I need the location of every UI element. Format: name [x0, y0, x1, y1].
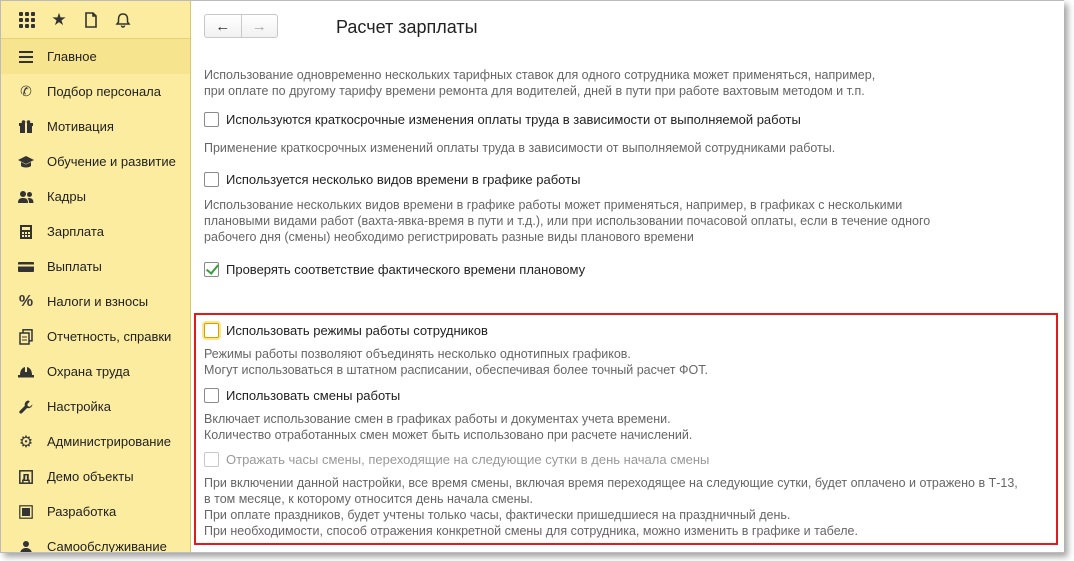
main-content: ← → Расчет зарплаты Использование одновр… — [192, 1, 1064, 552]
sidebar-item-main[interactable]: Главное — [1, 39, 190, 74]
shift-hours-next-day-description: При включении данной настройки, все врем… — [204, 476, 1018, 538]
short-term-pay-changes-label: Используются краткосрочные изменения опл… — [226, 112, 801, 127]
black-square-icon — [17, 503, 35, 521]
forward-button[interactable]: → — [240, 15, 278, 37]
sidebar-item-taxes[interactable]: % Налоги и взносы — [1, 284, 190, 319]
work-shifts-description: Включает использование смен в графиках р… — [204, 412, 693, 442]
page-title: Расчет зарплаты — [336, 17, 478, 37]
work-modes-checkbox[interactable] — [204, 323, 219, 338]
svg-text:Д: Д — [22, 473, 31, 484]
apps-grid-icon[interactable] — [11, 4, 43, 36]
sidebar-item-label: Налоги и взносы — [47, 294, 149, 309]
work-shifts-label: Использовать смены работы — [226, 388, 401, 403]
sidebar-item-label: Подбор персонала — [47, 84, 161, 99]
sidebar-item-self-service[interactable]: Самообслуживание — [1, 529, 190, 553]
documents-icon — [17, 328, 35, 346]
gift-icon — [17, 118, 35, 136]
shift-hours-next-day-option: Отражать часы смены, переходящие на след… — [204, 452, 709, 467]
sidebar-item-motivation[interactable]: Мотивация — [1, 109, 190, 144]
sidebar-item-label: Отчетность, справки — [47, 329, 172, 344]
sidebar-item-label: Обучение и развитие — [47, 154, 176, 169]
multiple-time-types-option[interactable]: Используется несколько видов времени в г… — [204, 172, 580, 187]
sidebar: ★ Главное ✆ Подбор персонала Мотивация О… — [1, 1, 191, 553]
sidebar-item-recruitment[interactable]: ✆ Подбор персонала — [1, 74, 190, 109]
short-term-pay-changes-option[interactable]: Используются краткосрочные изменения опл… — [204, 112, 801, 127]
sidebar-item-label: Разработка — [47, 504, 117, 519]
multiple-time-types-checkbox[interactable] — [204, 172, 219, 187]
demo-icon: Д — [17, 468, 35, 486]
navigation-buttons: ← → — [204, 14, 278, 38]
short-term-pay-changes-checkbox[interactable] — [204, 112, 219, 127]
sidebar-item-demo-objects[interactable]: Д Демо объекты — [1, 459, 190, 494]
sidebar-item-labor-safety[interactable]: Охрана труда — [1, 354, 190, 389]
sidebar-item-development[interactable]: Разработка — [1, 494, 190, 529]
sidebar-item-label: Администрирование — [47, 434, 171, 449]
gear-icon: ⚙ — [18, 433, 34, 451]
sidebar-item-label: Кадры — [47, 189, 86, 204]
calculator-icon — [17, 223, 35, 241]
graduation-cap-icon — [17, 153, 35, 171]
sidebar-item-personnel[interactable]: Кадры — [1, 179, 190, 214]
check-actual-time-label: Проверять соответствие фактического врем… — [226, 262, 586, 277]
history-icon[interactable] — [75, 4, 107, 36]
short-term-pay-changes-description: Применение краткосрочных изменений оплат… — [204, 141, 836, 155]
intro-text: Использование одновременно нескольких та… — [204, 68, 876, 98]
sidebar-item-label: Охрана труда — [47, 364, 130, 379]
sidebar-item-label: Выплаты — [47, 259, 102, 274]
sidebar-item-label: Мотивация — [47, 119, 114, 134]
helmet-icon — [17, 363, 35, 381]
person-icon — [17, 538, 35, 552]
bell-icon[interactable] — [107, 4, 139, 36]
sidebar-item-reports[interactable]: Отчетность, справки — [1, 319, 190, 354]
sidebar-item-settings[interactable]: Настройка — [1, 389, 190, 424]
multiple-time-types-label: Используется несколько видов времени в г… — [226, 172, 581, 187]
phone-icon: ✆ — [20, 83, 32, 99]
sidebar-item-payments[interactable]: Выплаты — [1, 249, 190, 284]
star-icon[interactable]: ★ — [43, 4, 75, 36]
wrench-icon — [17, 398, 35, 416]
hamburger-menu-icon — [17, 48, 35, 66]
back-button[interactable]: ← — [205, 15, 241, 37]
wallet-icon — [17, 258, 35, 276]
shift-hours-next-day-label: Отражать часы смены, переходящие на след… — [226, 452, 710, 467]
work-modes-description: Режимы работы позволяют объединять неско… — [204, 347, 708, 377]
sidebar-item-label: Настройка — [47, 399, 111, 414]
work-shifts-checkbox[interactable] — [204, 388, 219, 403]
work-modes-option[interactable]: Использовать режимы работы сотрудников — [204, 323, 488, 338]
sidebar-item-training[interactable]: Обучение и развитие — [1, 144, 190, 179]
work-modes-label: Использовать режимы работы сотрудников — [226, 323, 488, 338]
percent-icon: % — [18, 292, 34, 310]
sidebar-item-label: Самообслуживание — [47, 539, 167, 553]
multiple-time-types-description: Использование нескольких видов времени в… — [204, 198, 931, 244]
sidebar-item-label: Главное — [47, 49, 97, 64]
sidebar-item-administration[interactable]: ⚙ Администрирование — [1, 424, 190, 459]
check-actual-time-option[interactable]: Проверять соответствие фактического врем… — [204, 262, 585, 277]
sidebar-toolbar: ★ — [1, 1, 190, 39]
shift-hours-next-day-checkbox — [204, 452, 219, 467]
sidebar-item-label: Демо объекты — [47, 469, 134, 484]
application-window: ★ Главное ✆ Подбор персонала Мотивация О… — [0, 0, 1064, 553]
check-actual-time-checkbox[interactable] — [204, 262, 219, 277]
sidebar-item-salary[interactable]: Зарплата — [1, 214, 190, 249]
people-icon — [17, 188, 35, 206]
work-shifts-option[interactable]: Использовать смены работы — [204, 388, 400, 403]
sidebar-item-label: Зарплата — [47, 224, 104, 239]
